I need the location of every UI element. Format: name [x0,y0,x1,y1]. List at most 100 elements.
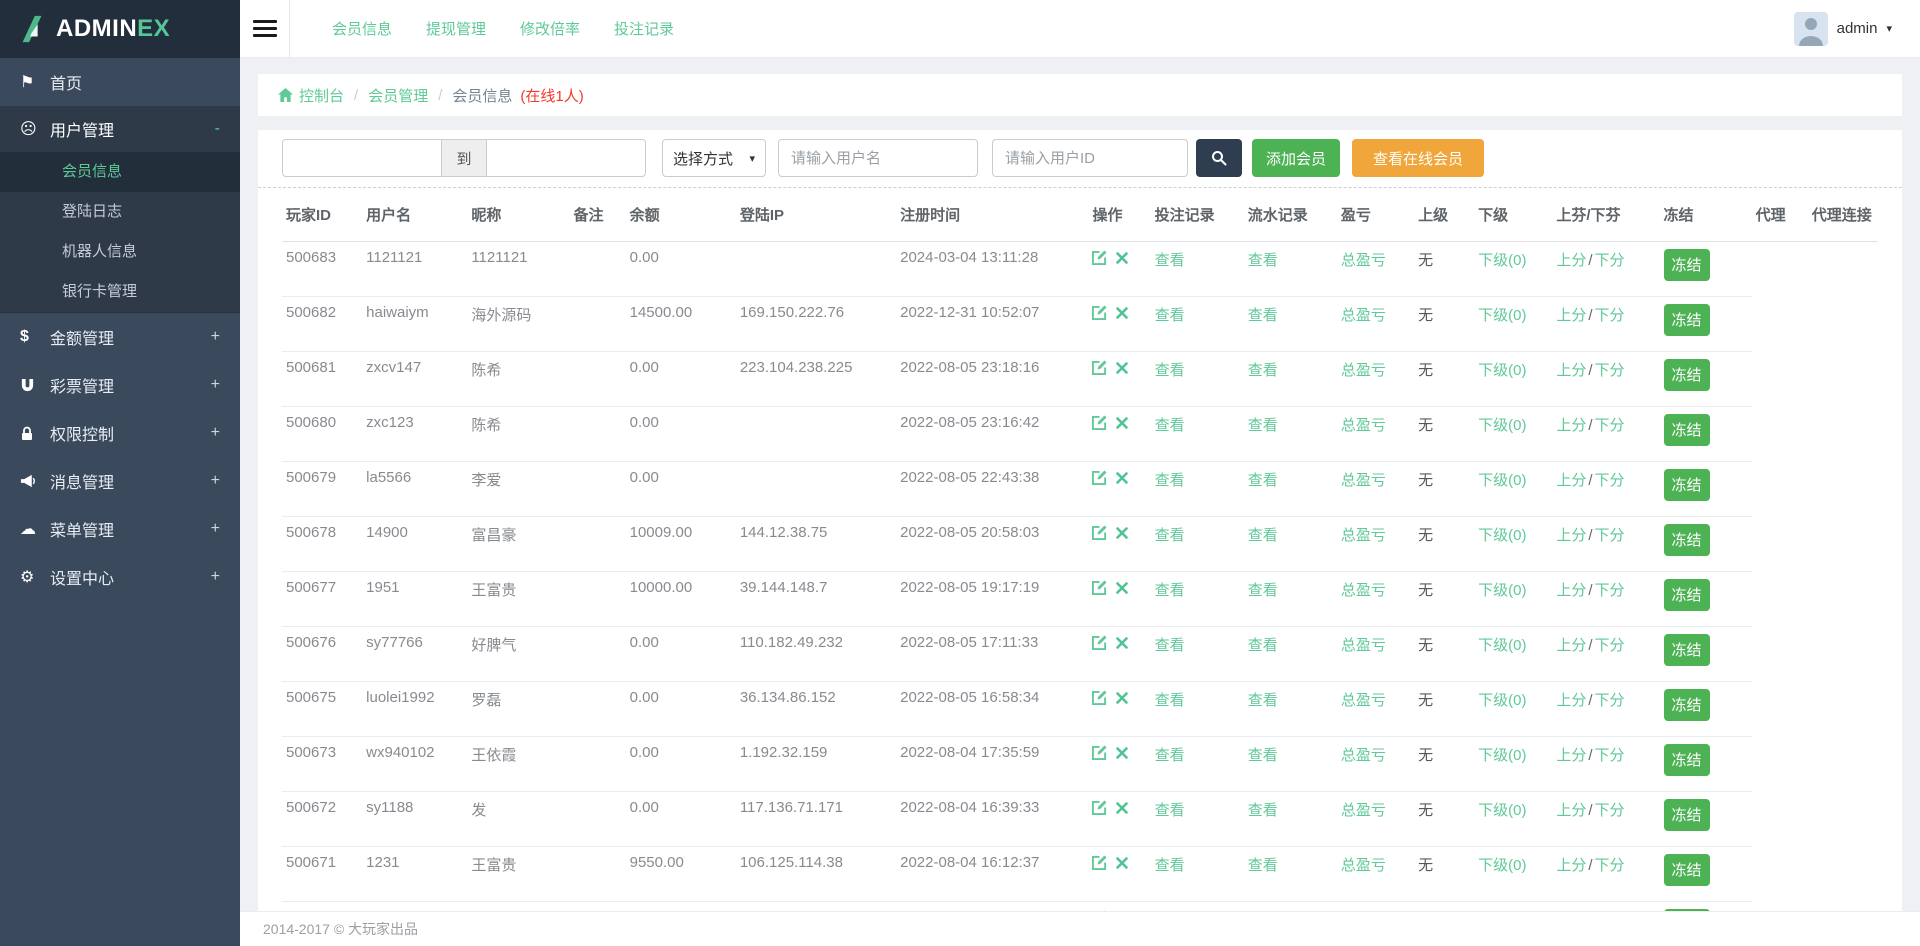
sidebar-item-lottery-mgmt[interactable]: 彩票管理 + [0,361,240,409]
topnav-member-info[interactable]: 会员信息 [332,18,392,39]
sidebar-subitem-robot-info[interactable]: 机器人信息 [0,232,240,272]
range-start-input[interactable] [282,139,442,177]
sidebar-item-message[interactable]: 消息管理 + [0,457,240,505]
topnav-modify-odds[interactable]: 修改倍率 [520,18,580,39]
freeze-button[interactable]: 冻结 [1664,799,1710,831]
freeze-button[interactable]: 冻结 [1664,524,1710,556]
profit-link[interactable]: 总盈亏 [1341,857,1386,874]
score-up-link[interactable]: 上分 [1556,472,1586,489]
delete-icon[interactable] [1116,472,1128,484]
delete-icon[interactable] [1116,307,1128,319]
profit-link[interactable]: 总盈亏 [1341,527,1386,544]
profit-link[interactable]: 总盈亏 [1341,307,1386,324]
edit-icon[interactable] [1092,635,1107,650]
flow-records-link[interactable]: 查看 [1248,362,1278,379]
topnav-bet-records[interactable]: 投注记录 [614,18,674,39]
subordinate-link[interactable]: 下级(0) [1478,527,1526,544]
score-down-link[interactable]: 下分 [1595,252,1625,269]
delete-icon[interactable] [1116,747,1128,759]
delete-icon[interactable] [1116,637,1128,649]
score-down-link[interactable]: 下分 [1595,637,1625,654]
freeze-button[interactable]: 冻结 [1664,249,1710,281]
bet-records-link[interactable]: 查看 [1155,527,1185,544]
score-up-link[interactable]: 上分 [1556,582,1586,599]
profit-link[interactable]: 总盈亏 [1341,637,1386,654]
profit-link[interactable]: 总盈亏 [1341,252,1386,269]
bet-records-link[interactable]: 查看 [1155,582,1185,599]
search-button[interactable] [1196,139,1242,177]
delete-icon[interactable] [1116,362,1128,374]
score-up-link[interactable]: 上分 [1556,527,1586,544]
flow-records-link[interactable]: 查看 [1248,747,1278,764]
subordinate-link[interactable]: 下级(0) [1478,582,1526,599]
profit-link[interactable]: 总盈亏 [1341,582,1386,599]
breadcrumb-member-mgmt[interactable]: 会员管理 [368,85,428,106]
freeze-button[interactable]: 冻结 [1664,744,1710,776]
range-end-input[interactable] [486,139,646,177]
sidebar-item-home[interactable]: ⚑ 首页 [0,58,240,106]
sidebar-subitem-bankcard[interactable]: 银行卡管理 [0,272,240,312]
freeze-button[interactable]: 冻结 [1664,854,1710,886]
bet-records-link[interactable]: 查看 [1155,362,1185,379]
flow-records-link[interactable]: 查看 [1248,527,1278,544]
edit-icon[interactable] [1092,745,1107,760]
edit-icon[interactable] [1092,910,1107,911]
bet-records-link[interactable]: 查看 [1155,472,1185,489]
subordinate-link[interactable]: 下级(0) [1478,637,1526,654]
sidebar-item-settings[interactable]: ⚙ 设置中心 + [0,553,240,601]
topnav-withdraw-mgmt[interactable]: 提现管理 [426,18,486,39]
delete-icon[interactable] [1116,692,1128,704]
edit-icon[interactable] [1092,470,1107,485]
delete-icon[interactable] [1116,802,1128,814]
profit-link[interactable]: 总盈亏 [1341,362,1386,379]
flow-records-link[interactable]: 查看 [1248,472,1278,489]
score-up-link[interactable]: 上分 [1556,637,1586,654]
flow-records-link[interactable]: 查看 [1248,582,1278,599]
delete-icon[interactable] [1116,582,1128,594]
flow-records-link[interactable]: 查看 [1248,307,1278,324]
freeze-button[interactable]: 冻结 [1664,414,1710,446]
breadcrumb-home[interactable]: 控制台 [278,85,344,106]
profit-link[interactable]: 总盈亏 [1341,417,1386,434]
edit-icon[interactable] [1092,250,1107,265]
bet-records-link[interactable]: 查看 [1155,637,1185,654]
freeze-button[interactable]: 冻结 [1664,689,1710,721]
view-online-members-button[interactable]: 查看在线会员 [1352,139,1484,177]
flow-records-link[interactable]: 查看 [1248,637,1278,654]
score-down-link[interactable]: 下分 [1595,857,1625,874]
user-menu[interactable]: admin ▾ [1794,12,1892,46]
profit-link[interactable]: 总盈亏 [1341,472,1386,489]
profit-link[interactable]: 总盈亏 [1341,802,1386,819]
freeze-button[interactable]: 冻结 [1664,909,1710,912]
add-member-button[interactable]: 添加会员 [1252,139,1340,177]
sidebar-item-user-mgmt[interactable]: ☹ 用户管理 - [0,106,240,152]
subordinate-link[interactable]: 下级(0) [1478,307,1526,324]
score-down-link[interactable]: 下分 [1595,692,1625,709]
bet-records-link[interactable]: 查看 [1155,307,1185,324]
score-down-link[interactable]: 下分 [1595,417,1625,434]
search-type-select[interactable]: 选择方式▾ [662,139,766,177]
freeze-button[interactable]: 冻结 [1664,359,1710,391]
bet-records-link[interactable]: 查看 [1155,692,1185,709]
edit-icon[interactable] [1092,690,1107,705]
sidebar-item-amount-mgmt[interactable]: $ 金额管理 + [0,313,240,361]
profit-link[interactable]: 总盈亏 [1341,692,1386,709]
freeze-button[interactable]: 冻结 [1664,469,1710,501]
sidebar-subitem-login-log[interactable]: 登陆日志 [0,192,240,232]
score-up-link[interactable]: 上分 [1556,362,1586,379]
score-down-link[interactable]: 下分 [1595,472,1625,489]
freeze-button[interactable]: 冻结 [1664,579,1710,611]
score-up-link[interactable]: 上分 [1556,857,1586,874]
hamburger-icon[interactable] [240,0,290,58]
edit-icon[interactable] [1092,360,1107,375]
subordinate-link[interactable]: 下级(0) [1478,747,1526,764]
bet-records-link[interactable]: 查看 [1155,252,1185,269]
sidebar-item-permission[interactable]: 权限控制 + [0,409,240,457]
flow-records-link[interactable]: 查看 [1248,252,1278,269]
delete-icon[interactable] [1116,527,1128,539]
score-down-link[interactable]: 下分 [1595,362,1625,379]
sidebar-item-menu-mgmt[interactable]: ☁ 菜单管理 + [0,505,240,553]
edit-icon[interactable] [1092,580,1107,595]
freeze-button[interactable]: 冻结 [1664,634,1710,666]
flow-records-link[interactable]: 查看 [1248,692,1278,709]
